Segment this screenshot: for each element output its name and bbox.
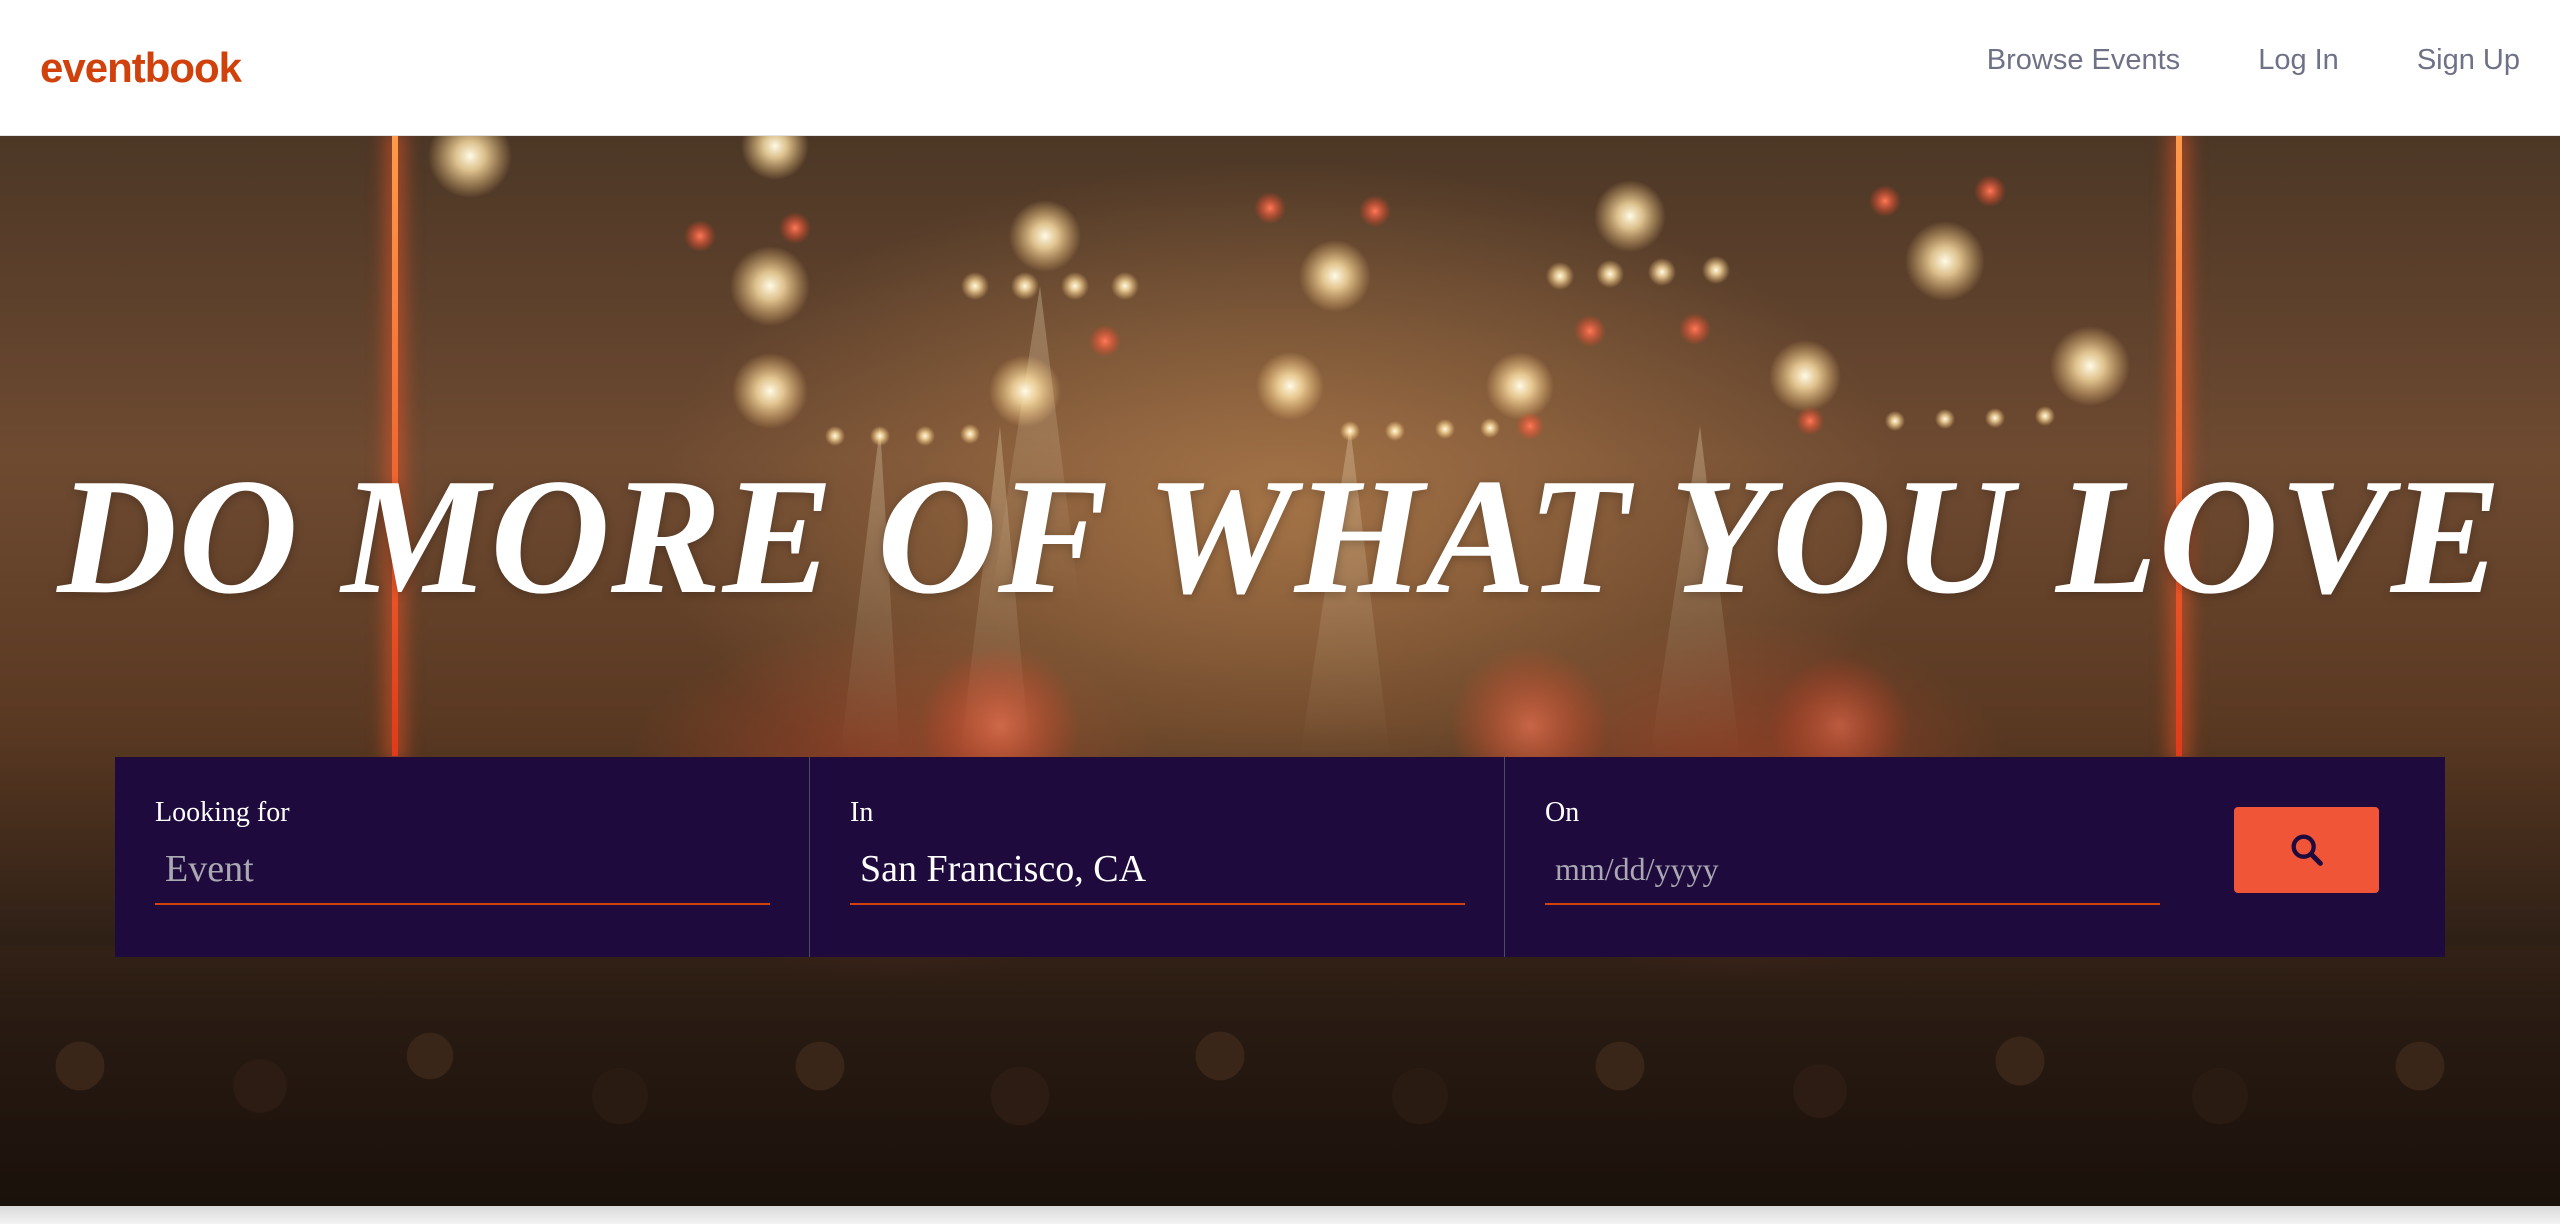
looking-for-field: Looking for <box>115 757 810 957</box>
date-field: On <box>1505 757 2245 957</box>
hero-banner: DO MORE OF WHAT YOU LOVE <box>0 136 2560 1206</box>
date-label: On <box>1545 797 1580 828</box>
search-button[interactable] <box>2234 807 2379 893</box>
nav-browse-events[interactable]: Browse Events <box>1987 44 2180 77</box>
hero-title: DO MORE OF WHAT YOU LOVE <box>57 444 2503 628</box>
nav-log-in[interactable]: Log In <box>2258 44 2339 77</box>
looking-for-label: Looking for <box>155 797 290 828</box>
location-field: In <box>810 757 1505 957</box>
crowd-silhouette <box>0 946 2560 1206</box>
site-header: eventbook Browse Events Log In Sign Up <box>0 0 2560 136</box>
date-input[interactable] <box>1545 835 2160 905</box>
event-search-form: Looking for In On <box>115 757 2445 957</box>
logo[interactable]: eventbook <box>40 38 242 98</box>
event-search-input[interactable] <box>155 835 770 905</box>
page-bottom-edge <box>0 1206 2560 1224</box>
search-icon <box>2291 834 2323 866</box>
nav-sign-up[interactable]: Sign Up <box>2417 44 2520 77</box>
main-nav: Browse Events Log In Sign Up <box>1987 0 2520 120</box>
location-label: In <box>850 797 874 828</box>
location-input[interactable] <box>850 835 1465 905</box>
